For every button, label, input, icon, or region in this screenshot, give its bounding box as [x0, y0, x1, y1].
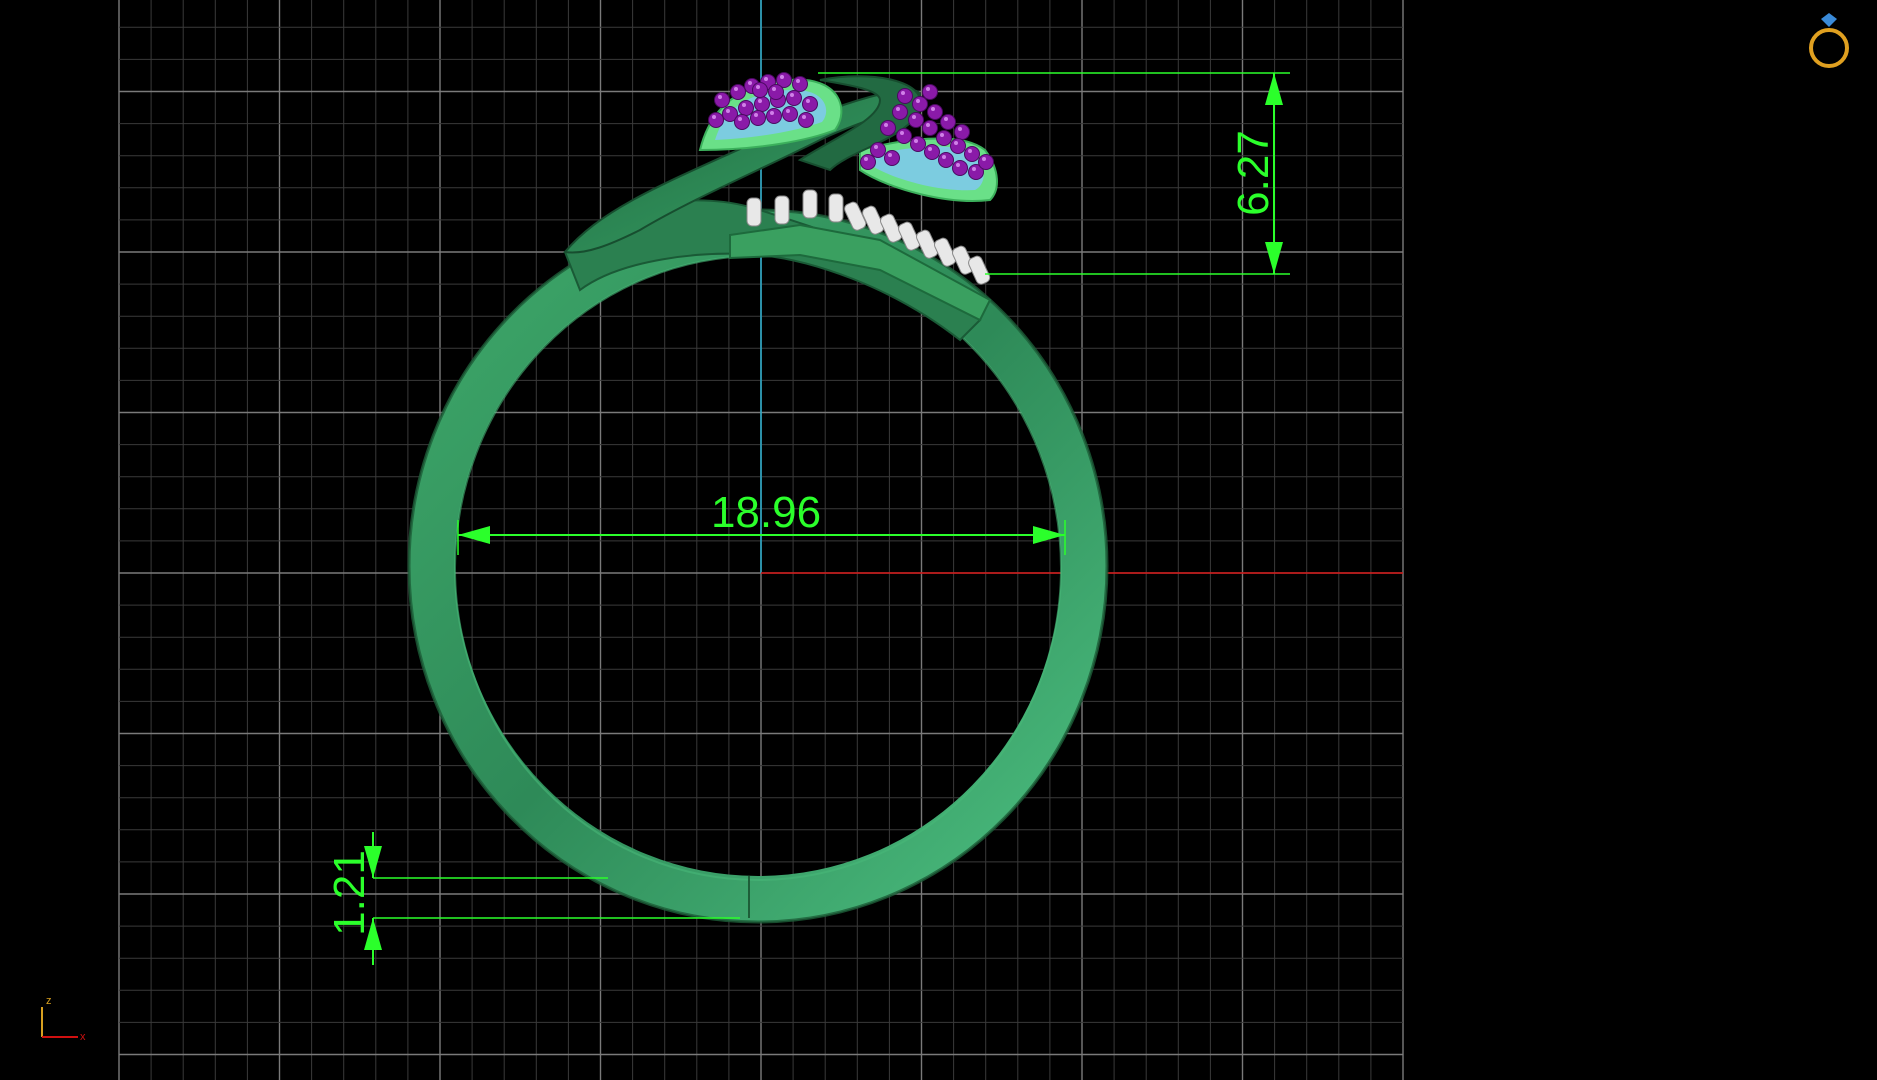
head-height-label: 6.27: [1229, 130, 1278, 216]
gem-highlight: [958, 127, 962, 131]
gem-highlight: [726, 109, 730, 113]
gem-highlight: [734, 87, 738, 91]
purple-gem: [734, 114, 750, 130]
gem-highlight: [914, 139, 918, 143]
gem-highlight: [954, 141, 958, 145]
ring-icon[interactable]: [1809, 13, 1849, 68]
purple-gem: [912, 96, 928, 112]
band-thickness-label: 1.21: [325, 850, 374, 936]
purple-gem: [964, 146, 980, 162]
purple-gem: [896, 128, 912, 144]
gem-highlight: [864, 157, 868, 161]
gem-highlight: [796, 79, 800, 83]
gem-highlight: [758, 99, 762, 103]
purple-gem: [750, 110, 766, 126]
axis-z-label: z: [46, 995, 52, 1007]
gem-highlight: [764, 77, 768, 81]
gem-highlight: [942, 155, 946, 159]
gem-highlight: [802, 115, 806, 119]
gem-highlight: [901, 91, 905, 95]
purple-gem: [908, 112, 924, 128]
accent-stone: [828, 193, 844, 223]
gem-highlight: [926, 87, 930, 91]
accent-stone: [774, 195, 790, 225]
purple-gem: [768, 84, 784, 100]
gem-highlight: [742, 103, 746, 107]
ring-band-inner-edge: [454, 255, 1062, 881]
purple-gem: [897, 88, 913, 104]
purple-gem: [802, 96, 818, 112]
purple-gem: [884, 150, 900, 166]
purple-gem: [922, 84, 938, 100]
gem-highlight: [748, 81, 752, 85]
gem-highlight: [926, 123, 930, 127]
purple-gem: [792, 76, 808, 92]
gem-highlight: [770, 111, 774, 115]
purple-gem: [730, 84, 746, 100]
purple-gem: [938, 152, 954, 168]
gem-highlight: [756, 85, 760, 89]
gem-highlight: [806, 99, 810, 103]
gem-highlight: [956, 163, 960, 167]
gem-highlight: [931, 107, 935, 111]
gem-highlight: [888, 153, 892, 157]
purple-gem: [786, 90, 802, 106]
gem-highlight: [772, 87, 776, 91]
gem-highlight: [754, 113, 758, 117]
purple-gem: [978, 154, 994, 170]
gem-highlight: [940, 133, 944, 137]
accent-stone: [802, 189, 818, 219]
purple-gem: [922, 120, 938, 136]
gem-highlight: [944, 117, 948, 121]
gem-highlight: [712, 115, 716, 119]
axis-x-label: x: [80, 1031, 86, 1043]
gem-highlight: [912, 115, 916, 119]
purple-gem: [952, 160, 968, 176]
purple-gem: [910, 136, 926, 152]
purple-gem: [708, 112, 724, 128]
gem-highlight: [790, 93, 794, 97]
purple-gem: [714, 92, 730, 108]
gem-highlight: [982, 157, 986, 161]
cad-viewport[interactable]: 18.96 6.27 1.21 z x: [0, 0, 1877, 1080]
gem-highlight: [968, 149, 972, 153]
purple-gem: [954, 124, 970, 140]
purple-gem: [924, 144, 940, 160]
inner-diameter-label: 18.96: [711, 488, 821, 537]
gem-highlight: [874, 145, 878, 149]
cad-scene[interactable]: 18.96 6.27 1.21 z x: [0, 0, 1877, 1080]
purple-gem: [754, 96, 770, 112]
purple-gem: [936, 130, 952, 146]
gem-highlight: [972, 167, 976, 171]
axis-gizmo: z x: [41, 995, 86, 1043]
gem-highlight: [896, 107, 900, 111]
purple-gem: [860, 154, 876, 170]
purple-gem: [880, 120, 896, 136]
purple-gem: [940, 114, 956, 130]
gem-highlight: [718, 95, 722, 99]
gem-highlight: [928, 147, 932, 151]
purple-gem: [950, 138, 966, 154]
purple-gem: [782, 106, 798, 122]
purple-gem: [892, 104, 908, 120]
purple-gem: [752, 82, 768, 98]
gem-highlight: [786, 109, 790, 113]
accent-stone: [746, 197, 762, 227]
gem-highlight: [900, 131, 904, 135]
gem-highlight: [738, 117, 742, 121]
gem-highlight: [916, 99, 920, 103]
purple-gem: [766, 108, 782, 124]
purple-gem: [870, 142, 886, 158]
purple-gem: [798, 112, 814, 128]
purple-gem: [738, 100, 754, 116]
purple-gem: [927, 104, 943, 120]
gem-highlight: [884, 123, 888, 127]
gem-highlight: [780, 75, 784, 79]
